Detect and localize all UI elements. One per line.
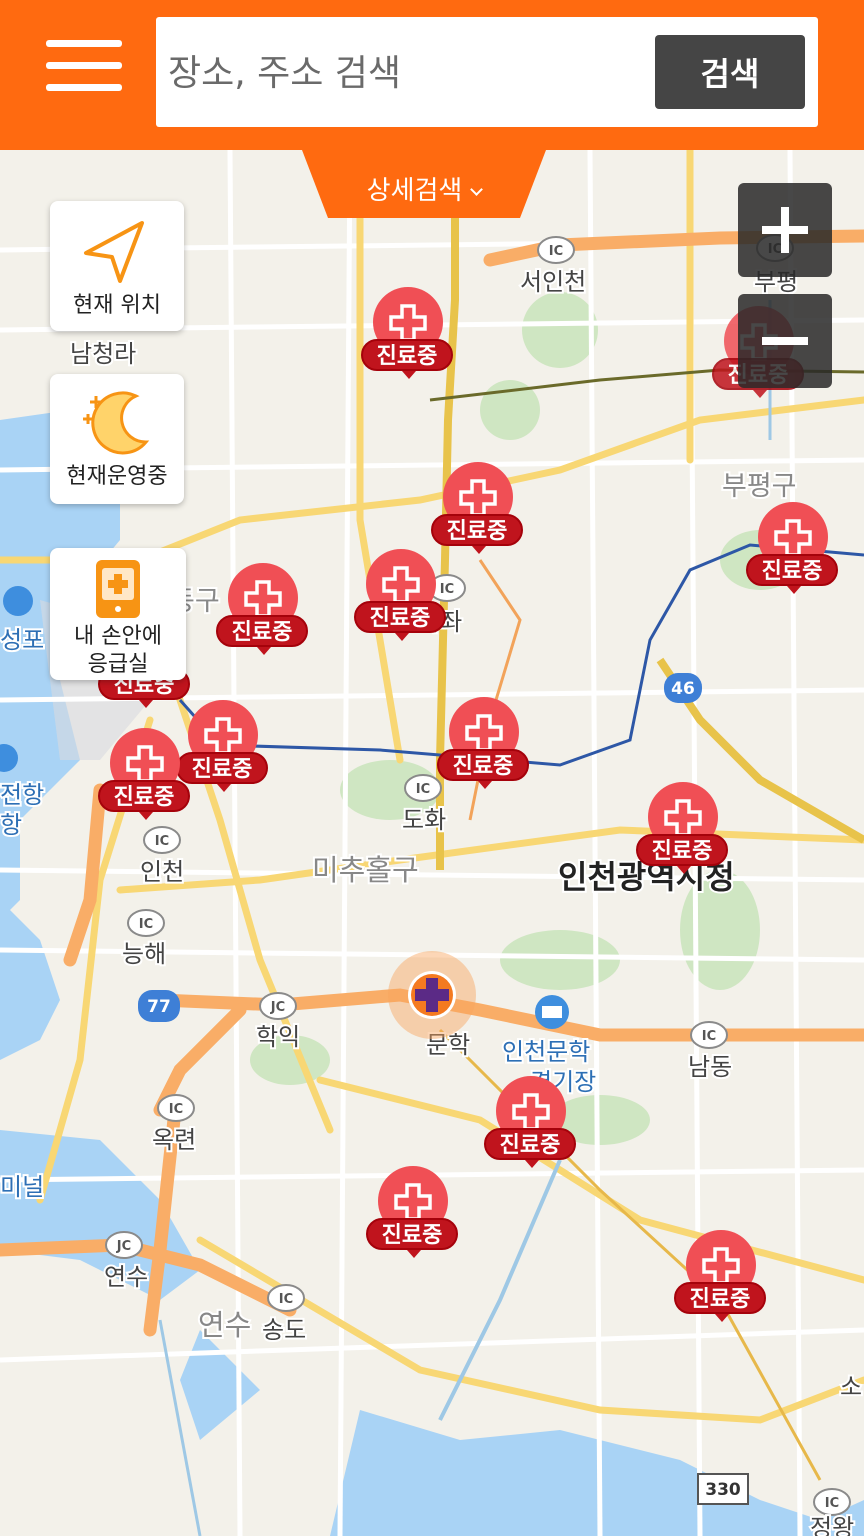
emergency-room-label-1: 내 손안에 (74, 624, 162, 649)
medical-cross-icon (702, 1247, 740, 1285)
label-yeonsu-jc: 연수 (104, 1263, 148, 1291)
pin-status-badge: 진료중 (354, 601, 446, 641)
medical-cross-icon (774, 519, 812, 557)
medical-cross-icon (382, 566, 420, 604)
pin-status-badge: 진료중 (98, 780, 190, 820)
hospital-pin[interactable]: 진료중 (357, 287, 457, 391)
pin-status-badge: 진료중 (484, 1128, 576, 1168)
emergency-room-button[interactable]: 내 손안에 응급실 (50, 548, 186, 680)
moon-stars-icon (83, 391, 150, 455)
current-location-button[interactable]: 현재 위치 (50, 201, 184, 331)
label-namdong: 남동 (688, 1053, 732, 1081)
hospital-pin[interactable]: 진료중 (670, 1230, 770, 1334)
open-now-label: 현재운영중 (66, 464, 168, 489)
medical-cross-icon (512, 1093, 550, 1131)
jc-marker-text: JC (116, 1239, 131, 1254)
search-box: 검색 (156, 17, 818, 127)
chevron-down-icon (470, 183, 484, 196)
label-bupyeonggu: 부평구 (722, 471, 797, 502)
ic-marker-text: IC (416, 782, 430, 797)
hospital-pin[interactable]: 진료중 (212, 563, 312, 667)
ic-marker-text: IC (549, 244, 563, 259)
hospital-pin[interactable]: 진료중 (362, 1166, 462, 1270)
jc-marker-text: JC (270, 1000, 285, 1015)
label-so: 소 (840, 1373, 862, 1401)
label-ganghang2: 항 (0, 811, 22, 839)
pin-status-badge: 진료중 (366, 1218, 458, 1258)
medical-cross-icon (126, 745, 164, 783)
zoom-out-button[interactable] (738, 294, 832, 388)
pin-status-badge: 진료중 (216, 615, 308, 655)
pin-status-badge: 진료중 (437, 749, 529, 789)
label-songdo: 송도 (262, 1316, 306, 1344)
ic-marker-text: IC (139, 917, 153, 932)
label-neunghae: 능해 (122, 940, 166, 968)
medical-cross-icon (459, 479, 497, 517)
hospital-pin[interactable]: 진료중 (433, 697, 533, 801)
detail-search-label: 상세검색 (366, 176, 463, 206)
label-yeonsu: 연수 (198, 1308, 251, 1342)
phone-cross-icon (96, 560, 140, 618)
medical-cross-icon (389, 304, 427, 342)
navigation-arrow-icon (84, 221, 144, 283)
pin-status-badge: 진료중 (361, 339, 453, 379)
ic-marker-text: IC (702, 1029, 716, 1044)
detail-search-tab[interactable]: 상세검색 (302, 150, 546, 218)
label-michuholgu: 미추홀구 (312, 853, 419, 887)
label-seongpo: 성포 (0, 626, 44, 654)
zoom-in-button[interactable] (738, 183, 832, 277)
medical-cross-icon (465, 714, 503, 752)
search-input[interactable] (166, 37, 640, 109)
medical-cross-icon (244, 580, 282, 618)
pin-status-badge: 진료중 (431, 514, 523, 554)
medical-cross-icon (394, 1183, 432, 1221)
search-button[interactable]: 검색 (655, 35, 805, 109)
route-330-shield: 330 (705, 1480, 741, 1500)
ic-marker-text: IC (155, 834, 169, 849)
hospital-pin[interactable]: 진료중 (94, 728, 194, 832)
top-bar: 검색 (0, 0, 864, 150)
label-stadium-1: 인천문학 (502, 1038, 590, 1066)
pin-status-badge: 진료중 (746, 554, 838, 594)
current-location-label: 현재 위치 (73, 293, 161, 318)
ic-marker-text: IC (279, 1292, 293, 1307)
label-ganghang1: 전항 (0, 781, 44, 809)
route-77-shield: 77 (147, 997, 171, 1017)
hospital-pin[interactable]: 진료중 (350, 549, 450, 653)
label-jeongwang: 정왕 (810, 1514, 854, 1536)
route-46-shield: 46 (671, 679, 695, 699)
pin-status-badge: 진료중 (636, 834, 728, 874)
minus-icon (762, 337, 808, 345)
label-doha: 도화 (402, 806, 446, 834)
open-now-button[interactable]: 현재운영중 (50, 374, 184, 504)
label-namcheongna: 남청라 (70, 340, 136, 368)
ic-marker-text: IC (825, 1496, 839, 1511)
ic-marker-text: IC (169, 1102, 183, 1117)
hospital-pin[interactable]: 진료중 (632, 782, 732, 886)
pin-status-badge: 진료중 (674, 1282, 766, 1322)
hospital-pin[interactable]: 진료중 (480, 1076, 580, 1180)
medical-cross-icon (204, 717, 242, 755)
emergency-room-label-2: 응급실 (87, 652, 149, 677)
hamburger-menu-icon[interactable] (40, 38, 124, 94)
label-incheon: 인천 (140, 858, 184, 886)
label-seoincheon: 서인천 (520, 268, 586, 296)
label-hakik: 학익 (256, 1023, 300, 1051)
label-okryeon: 옥련 (152, 1126, 196, 1154)
medical-cross-icon (664, 799, 702, 837)
hospital-pin[interactable]: 진료중 (742, 502, 842, 606)
label-terminal: 미널 (0, 1173, 44, 1201)
